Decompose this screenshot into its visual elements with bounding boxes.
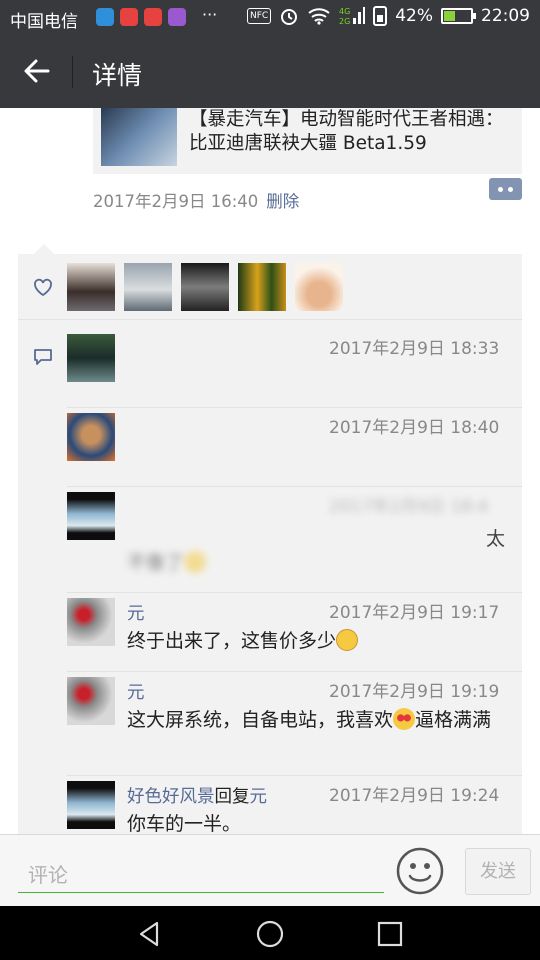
comment-text-body: 这大屏系统，自备电站，我喜欢 bbox=[127, 709, 394, 731]
link-thumbnail bbox=[101, 108, 177, 166]
commenter-name: 好色好风景回复元 bbox=[127, 783, 267, 808]
weibo-notification-icon bbox=[120, 8, 138, 26]
comment-text: 终于出来了，这售价多少 bbox=[127, 628, 511, 655]
system-status: NFC 4G 2G 42% 22:09 bbox=[247, 6, 530, 26]
nav-back-icon[interactable] bbox=[135, 919, 165, 949]
reply-target-link[interactable]: 元 bbox=[250, 787, 268, 807]
status-bar: 中国电信 ··· NFC 4G 2G 42% 22:09 bbox=[0, 0, 540, 36]
post-timestamp: 2017年2月9日 16:40 bbox=[93, 192, 259, 211]
comment-input[interactable]: 评论 bbox=[18, 855, 384, 893]
alarm-icon bbox=[281, 9, 298, 25]
liker-avatar[interactable] bbox=[124, 263, 172, 311]
svg-text:2G: 2G bbox=[339, 17, 350, 26]
comment-text: 你车的一半。 bbox=[127, 813, 242, 834]
nfc-icon: NFC bbox=[247, 8, 272, 24]
commenter-link[interactable]: 好色好风景 bbox=[127, 787, 215, 807]
reply-word: 回复 bbox=[214, 787, 250, 807]
heart-eyes-emoji bbox=[393, 708, 416, 730]
comment-text-body: 不像了 bbox=[127, 552, 185, 574]
comment-item: 2017年2月9日 18:33 bbox=[18, 334, 522, 412]
comment-time: 2017年2月9日 19:19 bbox=[329, 682, 500, 702]
emoji-picker-icon[interactable] bbox=[396, 847, 444, 895]
arrow-left-icon[interactable] bbox=[20, 54, 54, 88]
app-notification-icon bbox=[96, 8, 114, 26]
comment-input-bar: 评论 发送 bbox=[0, 834, 540, 906]
likes-row bbox=[18, 254, 522, 320]
sim-icon bbox=[373, 6, 388, 26]
comment-text: 这大屏系统，自备电站，我喜欢 逼格满满 bbox=[127, 707, 511, 734]
comment-more-icon[interactable] bbox=[489, 178, 522, 200]
page-title: 详情 bbox=[92, 61, 143, 90]
liker-avatar[interactable] bbox=[238, 263, 286, 311]
message-notification-icon bbox=[168, 8, 186, 26]
comment-time: 2017年2月9日 19:24 bbox=[329, 786, 500, 806]
comment-item: 元 2017年2月9日 19:17 终于出来了，这售价多少 bbox=[18, 592, 522, 676]
comment-time: 2017年2月9日 18:40 bbox=[329, 418, 500, 438]
comment-divider bbox=[67, 775, 522, 776]
heart-outline-icon bbox=[34, 278, 52, 297]
comment-time: 2017年2月9日 18:4 bbox=[329, 497, 489, 517]
commenter-avatar[interactable] bbox=[67, 334, 115, 382]
comment-text-trail: 太 bbox=[486, 528, 506, 550]
commenter-avatar[interactable] bbox=[67, 492, 115, 540]
nav-home-icon[interactable] bbox=[255, 919, 285, 949]
comment-text-body: 终于出来了，这售价多少 bbox=[127, 630, 337, 652]
link-title: 【暴走汽车】电动智能时代王者相遇：比亚迪唐联袂大疆 Beta1.59 bbox=[189, 109, 504, 154]
interaction-panel: 2017年2月9日 18:33 2017年2月9日 18:40 2017年2月9… bbox=[18, 254, 522, 834]
comment-text: 不像了 bbox=[127, 550, 511, 577]
nav-recents-icon[interactable] bbox=[375, 919, 405, 949]
panel-arrow bbox=[34, 244, 54, 254]
signal-icon: 4G2G bbox=[339, 7, 366, 26]
comment-text-tail: 逼格满满 bbox=[415, 709, 492, 731]
smile-emoji bbox=[184, 551, 207, 573]
battery-percent: 42% bbox=[395, 6, 433, 26]
shared-link-card[interactable]: 【暴走汽车】电动智能时代王者相遇：比亚迪唐联袂大疆 Beta1.59 bbox=[93, 108, 522, 174]
send-button[interactable]: 发送 bbox=[465, 848, 531, 895]
comment-time: 2017年2月9日 18:33 bbox=[329, 339, 500, 359]
app-bar: 详情 bbox=[0, 36, 540, 108]
commenter-avatar[interactable] bbox=[67, 598, 115, 646]
clock: 22:09 bbox=[481, 6, 530, 26]
wifi-icon bbox=[308, 8, 330, 25]
weibo-notification-icon bbox=[144, 8, 162, 26]
commenter-avatar[interactable] bbox=[67, 677, 115, 725]
liker-avatar[interactable] bbox=[181, 263, 229, 311]
dizzy-face-emoji bbox=[336, 629, 359, 651]
battery-icon bbox=[441, 8, 476, 24]
post-detail: 【暴走汽车】电动智能时代王者相遇：比亚迪唐联袂大疆 Beta1.59 2017年… bbox=[0, 108, 540, 834]
more-notifications-icon: ··· bbox=[202, 5, 218, 24]
liker-avatar[interactable] bbox=[295, 263, 343, 311]
delete-link[interactable]: 删除 bbox=[266, 192, 299, 211]
liker-avatar[interactable] bbox=[67, 263, 115, 311]
carrier-label: 中国电信 bbox=[10, 12, 78, 32]
commenter-avatar[interactable] bbox=[67, 413, 115, 461]
comment-item: 元 2017年2月9日 19:19 这大屏系统，自备电站，我喜欢 逼格满满 bbox=[18, 671, 522, 775]
comment-divider bbox=[67, 671, 522, 672]
commenter-name[interactable]: 元 bbox=[127, 679, 145, 704]
appbar-divider bbox=[72, 56, 73, 88]
comment-item: 好色好风景回复元 2017年2月9日 19:24 你车的一半。 bbox=[18, 775, 522, 834]
commenter-name[interactable]: 元 bbox=[127, 600, 145, 625]
comment-divider bbox=[67, 407, 522, 408]
comment-item: 2017年2月9日 18:4 太 不像了 bbox=[18, 486, 522, 592]
system-nav-bar bbox=[0, 906, 540, 960]
notification-icons bbox=[96, 8, 186, 26]
comment-divider bbox=[67, 592, 522, 593]
commenter-avatar[interactable] bbox=[67, 781, 115, 829]
comment-item: 2017年2月9日 18:40 bbox=[18, 407, 522, 491]
comment-time: 2017年2月9日 19:17 bbox=[329, 603, 500, 623]
svg-text:4G: 4G bbox=[339, 7, 350, 16]
comment-divider bbox=[67, 486, 522, 487]
post-meta: 2017年2月9日 16:40 删除 bbox=[93, 188, 299, 212]
